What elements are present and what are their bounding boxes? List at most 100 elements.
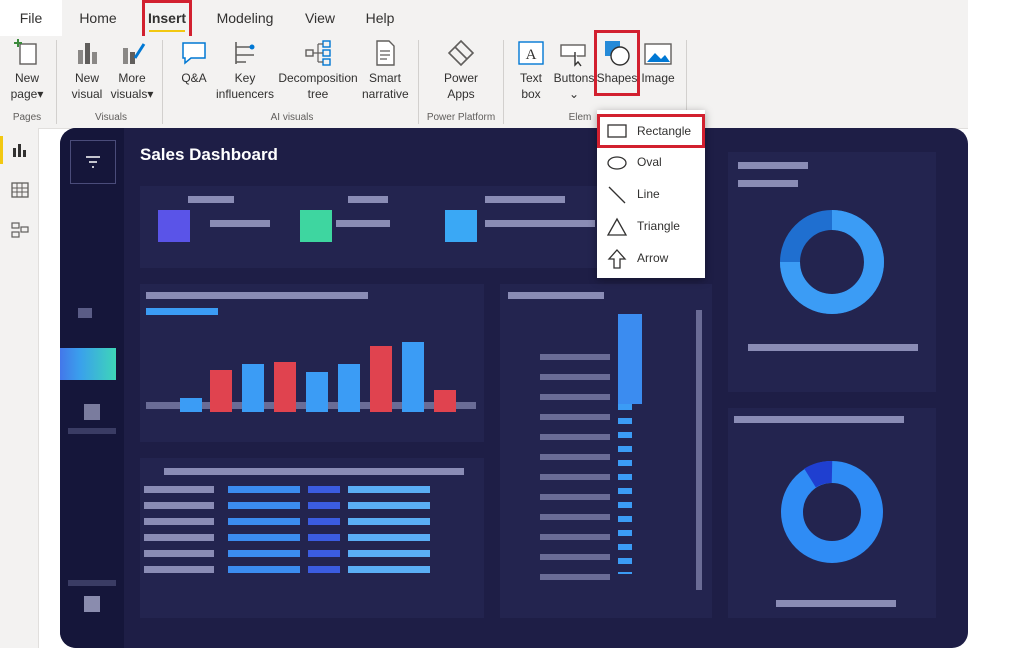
kpi-icon — [300, 210, 332, 242]
bar — [274, 362, 296, 412]
decomposition-tree-line2: tree — [307, 87, 329, 101]
decomposition-tree-icon — [305, 40, 331, 66]
chart-legend — [146, 308, 218, 315]
kpi-label — [348, 196, 388, 203]
key-influencers-button[interactable]: Key influencers — [216, 38, 274, 102]
list-bar — [618, 314, 642, 404]
shape-oval[interactable]: Oval — [597, 148, 705, 176]
chevron-down-icon: ▾ — [147, 87, 154, 101]
qa-label: Q&A — [181, 71, 207, 85]
text-box-icon: A — [518, 41, 544, 65]
svg-text:A: A — [526, 47, 537, 63]
more-visuals-icon — [123, 43, 146, 64]
sidebar-nav-item[interactable] — [78, 308, 92, 318]
new-page-line2: page — [10, 87, 38, 101]
arrow-icon — [607, 249, 627, 269]
sidebar-nav-item-active[interactable] — [60, 348, 116, 380]
more-visuals-line2: visuals — [110, 87, 148, 101]
ribbon-separator — [503, 40, 504, 124]
tab-insert-label: Insert — [147, 10, 187, 26]
donut-legend — [748, 344, 918, 351]
kpi-label — [485, 196, 565, 203]
text-box-line2: box — [521, 87, 541, 101]
table-column — [228, 486, 300, 576]
model-view-icon[interactable] — [10, 220, 30, 240]
tab-help[interactable]: Help — [358, 0, 402, 36]
kpi-value — [485, 220, 595, 227]
sidebar-nav-item[interactable] — [84, 596, 100, 612]
power-bi-window: File Home Insert Modeling View Help New … — [0, 0, 968, 648]
chevron-down-icon: ▾ — [37, 87, 44, 101]
buttons-label: Buttons — [553, 71, 595, 85]
tab-insert[interactable]: Insert — [142, 0, 192, 40]
image-button[interactable]: Image — [640, 38, 676, 86]
key-influencers-line2: influencers — [216, 87, 275, 101]
decomposition-tree-button[interactable]: Decomposition tree — [276, 38, 360, 102]
qa-button[interactable]: Q&A — [174, 38, 214, 86]
power-apps-line1: Power — [443, 71, 478, 85]
text-box-button[interactable]: A Text box — [512, 38, 550, 102]
shape-rectangle[interactable]: Rectangle — [597, 114, 705, 148]
buttons-icon — [560, 44, 586, 67]
donut-legend — [776, 600, 896, 607]
ribbon: New page▾ Pages New visual More visuals▾… — [0, 30, 968, 129]
new-page-button[interactable]: New page▾ — [4, 38, 50, 102]
list-bar — [618, 404, 632, 574]
table-view-icon[interactable] — [10, 180, 30, 200]
donut-panel-top — [728, 152, 936, 392]
new-visual-line1: New — [74, 71, 99, 85]
scrollbar[interactable] — [696, 310, 702, 590]
menu-file[interactable]: File — [0, 0, 62, 36]
new-visual-button[interactable]: New visual — [66, 38, 108, 102]
shape-arrow-label: Arrow — [637, 251, 669, 265]
filter-icon — [86, 156, 100, 168]
chevron-down-icon: ⌄ — [568, 87, 580, 101]
tab-modeling[interactable]: Modeling — [208, 0, 282, 36]
tab-home[interactable]: Home — [70, 0, 126, 36]
report-canvas[interactable]: Sales Dashboard — [60, 128, 968, 648]
shape-arrow[interactable]: Arrow — [597, 244, 705, 272]
list-labels — [540, 354, 610, 594]
bar — [338, 364, 360, 412]
new-page-icon — [14, 39, 37, 65]
power-apps-icon — [447, 39, 475, 67]
buttons-button[interactable]: Buttons ⌄ — [552, 38, 596, 102]
sidebar-divider — [68, 580, 116, 586]
rectangle-icon — [607, 124, 627, 138]
shapes-label: Shapes — [596, 71, 638, 85]
chart-title — [146, 292, 368, 299]
image-label: Image — [641, 71, 675, 85]
shape-triangle-label: Triangle — [637, 219, 680, 233]
view-switcher-rail — [0, 128, 39, 648]
shapes-button[interactable]: Shapes — [594, 30, 640, 96]
donut-subtitle — [738, 180, 798, 187]
kpi-value — [336, 220, 390, 227]
table-column — [348, 486, 430, 576]
bar-chart-plot — [180, 336, 470, 412]
new-page-line1: New — [14, 71, 39, 85]
filter-button[interactable] — [70, 140, 116, 184]
bar — [306, 372, 328, 412]
bar — [180, 398, 202, 412]
ribbon-separator — [162, 40, 163, 124]
power-apps-button[interactable]: Power Apps — [436, 38, 486, 102]
group-label-visuals: Visuals — [94, 112, 128, 123]
more-visuals-button[interactable]: More visuals▾ — [110, 38, 154, 102]
active-view-indicator — [0, 136, 3, 164]
shape-triangle[interactable]: Triangle — [597, 212, 705, 240]
donut-chart — [780, 210, 884, 314]
bar — [210, 370, 232, 412]
tab-view[interactable]: View — [298, 0, 342, 36]
image-icon — [644, 43, 672, 65]
shapes-dropdown: Rectangle Oval Line Triangle Arrow — [597, 110, 705, 278]
smart-narrative-button[interactable]: Smart narrative — [362, 38, 409, 102]
sidebar-nav-item[interactable] — [84, 404, 100, 420]
shape-line[interactable]: Line — [597, 180, 705, 208]
report-view-icon[interactable] — [10, 140, 30, 160]
table-panel — [140, 458, 484, 618]
group-label-elements: Elem — [568, 112, 592, 123]
menu-bar: File Home Insert Modeling View Help — [0, 0, 968, 40]
group-label-ai-visuals: AI visuals — [270, 112, 314, 123]
table-column — [144, 486, 214, 576]
smart-narrative-icon — [376, 40, 395, 66]
